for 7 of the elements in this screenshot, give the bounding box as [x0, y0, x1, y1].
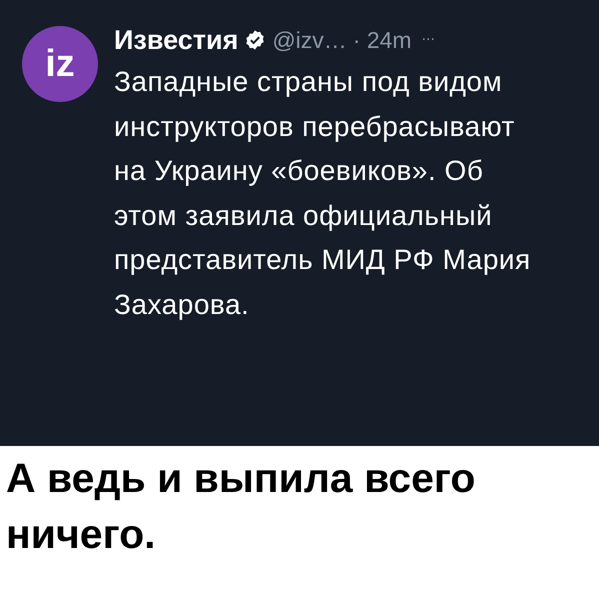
- author-name[interactable]: Известия: [114, 24, 238, 56]
- user-handle[interactable]: @izv…: [272, 26, 347, 54]
- timestamp[interactable]: · 24m: [352, 26, 412, 54]
- avatar-logo[interactable]: iz: [22, 26, 98, 102]
- tweet-text: Западные страны под видом инструкторов перебрасывают на Украину «боевиков». Об этом заявила официальный представитель МИД РФ Мария Захарова.: [114, 65, 532, 322]
- more-button[interactable]: ···: [422, 32, 435, 48]
- caption-text: А ведь и выпила всего ничего.: [5, 454, 476, 559]
